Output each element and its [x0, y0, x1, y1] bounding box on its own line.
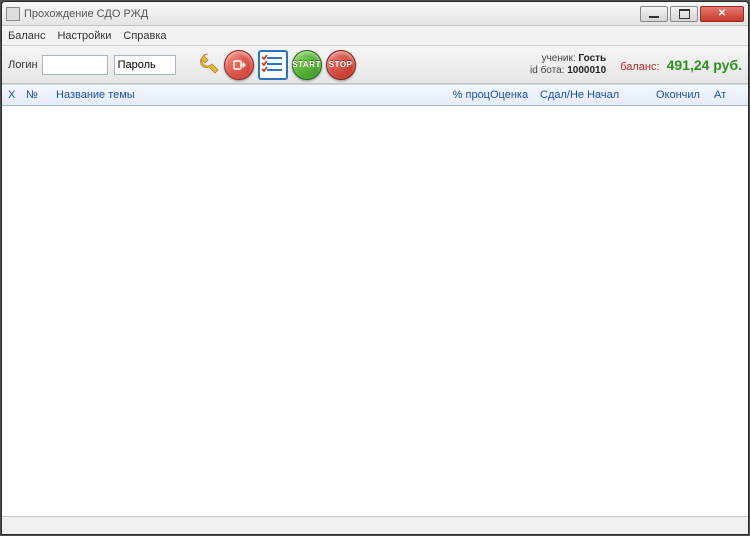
column-finish[interactable]: Окончил — [656, 89, 714, 101]
balance-block: баланс: 491,24 руб. — [620, 57, 742, 73]
column-pass[interactable]: Сдал/Не Начал — [540, 89, 632, 101]
stop-button-label: STOP — [329, 60, 353, 69]
column-header-row: X № Название темы % проц Оценка Сдал/Не … — [2, 84, 748, 106]
login-label: Логин — [8, 59, 38, 71]
menubar: Баланс Настройки Справка — [2, 26, 748, 46]
status-bar — [2, 516, 748, 534]
wrench-button[interactable] — [188, 50, 220, 80]
stop-button[interactable]: STOP — [326, 50, 356, 80]
content-area — [2, 106, 748, 516]
power-button[interactable] — [224, 50, 254, 80]
column-number[interactable]: № — [26, 89, 56, 101]
column-percent[interactable]: % проц — [430, 89, 490, 101]
column-x[interactable]: X — [8, 89, 26, 101]
password-input[interactable] — [114, 55, 176, 75]
checklist-icon — [258, 50, 288, 80]
titlebar: Прохождение СДО РЖД — [2, 2, 748, 26]
menu-settings[interactable]: Настройки — [57, 30, 111, 42]
column-grade[interactable]: Оценка — [490, 89, 540, 101]
column-name[interactable]: Название темы — [56, 89, 430, 101]
login-input[interactable] — [42, 55, 108, 75]
start-button[interactable]: START — [292, 50, 322, 80]
balance-label: баланс: — [620, 61, 659, 73]
title-left: Прохождение СДО РЖД — [6, 7, 148, 21]
user-info: ученик: Гость id бота: 1000010 — [530, 53, 606, 77]
start-icon: START — [292, 50, 322, 80]
toolbar: Логин — [2, 46, 748, 84]
window-title: Прохождение СДО РЖД — [24, 8, 148, 20]
checklist-button[interactable] — [258, 50, 288, 80]
app-window: Прохождение СДО РЖД Баланс Настройки Спр… — [1, 1, 749, 535]
window-controls — [640, 6, 744, 22]
minimize-button[interactable] — [640, 6, 668, 22]
power-icon — [224, 50, 254, 80]
bot-id-value: 1000010 — [567, 65, 606, 76]
menu-balance[interactable]: Баланс — [8, 30, 45, 42]
balance-value: 491,24 руб. — [667, 57, 742, 73]
app-icon — [6, 7, 20, 21]
student-value: Гость — [578, 53, 606, 64]
close-button[interactable] — [700, 6, 744, 22]
student-label: ученик: — [542, 53, 576, 64]
start-button-label: START — [292, 60, 321, 69]
column-att[interactable]: Ат — [714, 89, 742, 101]
bot-id-label: id бота: — [530, 65, 564, 76]
wrench-icon — [188, 51, 220, 79]
stop-icon: STOP — [326, 50, 356, 80]
menu-help[interactable]: Справка — [123, 30, 166, 42]
maximize-button[interactable] — [670, 6, 698, 22]
